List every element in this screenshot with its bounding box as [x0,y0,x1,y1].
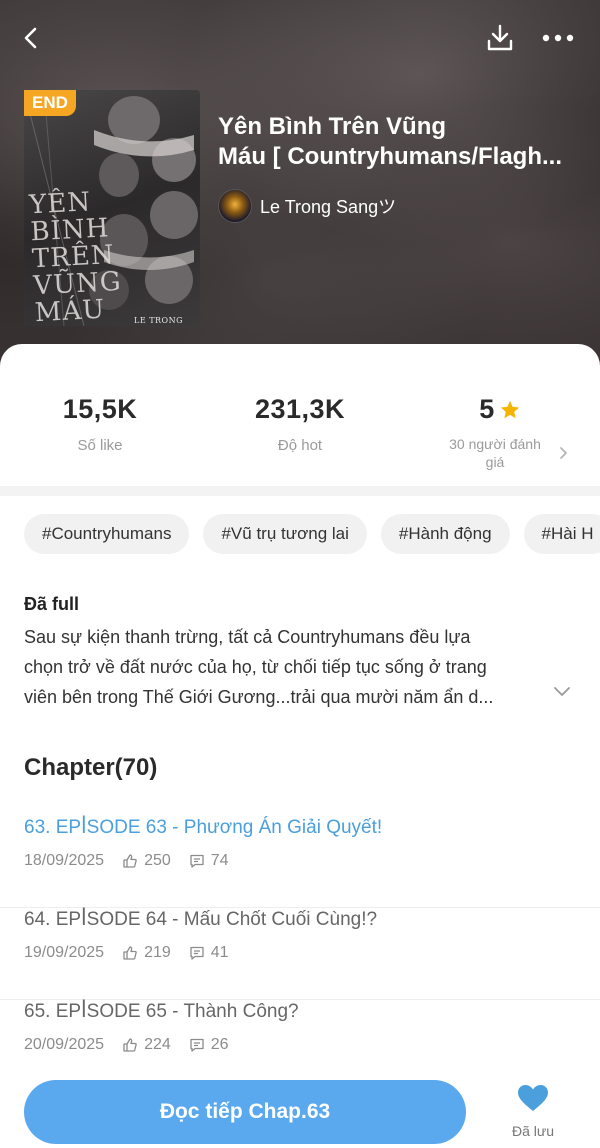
chapter-meta: 19/09/2025 219 41 [24,944,247,962]
tag-chip[interactable]: #Hài H [523,514,600,554]
chapter-title: 64. EPꟾSODE 64 - Mấu Chốt Cuối Cùng!? [24,909,378,930]
chevron-right-icon[interactable] [556,446,570,460]
comment-icon [190,1038,204,1052]
story-cover-image[interactable]: YÊN BÌNH TRÊN VŨNG MÁU LE TRONG SANG [24,90,200,326]
thumbs-up-icon [123,854,137,868]
story-detail-sheet: 15,5K Số like 231,3K Độ hot 5 30 người đ… [0,344,600,1148]
tag-chip[interactable]: #Hành động [380,514,510,554]
chapter-comment-count: 41 [210,944,229,961]
chapter-date: 20/09/2025 [24,1036,105,1053]
continue-reading-button[interactable]: Đọc tiếp Chap.63 [24,1080,466,1144]
more-dots-icon [542,34,574,42]
saved-button[interactable]: Đã lưu [500,1084,566,1139]
likes-label: Số like [77,437,123,454]
story-description[interactable]: Sau sự kiện thanh trừng, tất cả Countryh… [24,622,554,712]
story-title-line-2: Máu [ Countryhumans/Flagh... [218,143,563,170]
tag-list: #Countryhumans #Vũ trụ tương lai #Hành độn… [24,514,600,558]
saved-label: Đã lưu [511,1123,555,1139]
chapter-list-heading: Chapter(70) [24,754,158,781]
hot-label: Độ hot [277,437,323,454]
cover-title-text: YÊN BÌNH TRÊN VŨNG MÁU [28,187,123,326]
comment-icon [190,946,204,960]
back-button[interactable] [12,18,52,58]
chapter-comment-count: 26 [210,1036,229,1053]
more-options-button[interactable] [538,18,578,58]
description-line: viên bên trong Thế Giới Gương...trải qua… [24,687,494,707]
expand-chevron-icon[interactable] [552,684,572,698]
chapter-like-count: 250 [144,852,171,869]
download-button[interactable] [480,18,520,58]
stats-row: 15,5K Số like 231,3K Độ hot 5 30 người đ… [0,344,600,486]
stat-hot: 231,3K Độ hot [200,394,400,454]
chapter-like-count: 219 [144,944,171,961]
story-title-line-1: Yên Bình Trên Vũng [218,113,447,140]
chapter-row[interactable]: 63. EPꟾSODE 63 - Phương Án Giải Quyết! 1… [0,816,600,908]
likes-count: 15,5K [62,394,138,424]
author-avatar [218,189,252,223]
tag-chip[interactable]: #Countryhumans [24,514,190,554]
story-title: Yên Bình Trên Vũng Máu [ Countryhumans/F… [218,112,584,172]
stat-likes: 15,5K Số like [0,394,200,454]
author-link[interactable]: Le Trong Sangツ [218,188,396,224]
description-line: chọn trở về đất nước của họ, từ chối tiế… [24,657,487,677]
download-icon [487,24,513,51]
chapter-meta: 18/09/2025 250 74 [24,852,247,870]
chapter-title: 65. EPꟾSODE 65 - Thành Công? [24,1001,299,1022]
chapter-date: 18/09/2025 [24,852,105,869]
thumbs-up-icon [123,1038,137,1052]
section-divider [0,486,600,496]
chapter-like-count: 224 [144,1036,171,1053]
completion-status: Đã full [24,594,80,614]
cover-author-text: LE TRONG SANG [134,316,184,326]
chapter-row[interactable]: 64. EPꟾSODE 64 - Mấu Chốt Cuối Cùng!? 19… [0,908,600,1000]
star-icon [500,400,519,418]
chapter-title: 63. EPꟾSODE 63 - Phương Án Giải Quyết! [24,817,383,838]
tag-chip[interactable]: #Vũ trụ tương lai [203,514,367,554]
rating-label: 30 người đánh giá [449,436,541,470]
author-name: Le Trong Sangツ [260,197,397,217]
thumbs-up-icon [123,946,137,960]
chapter-date: 19/09/2025 [24,944,105,961]
story-header: YÊN BÌNH TRÊN VŨNG MÁU LE TRONG SANG END… [0,0,600,372]
heart-icon [518,1085,548,1111]
comment-icon [190,854,204,868]
back-arrow-icon [24,27,37,49]
bottom-action-bar: Đọc tiếp Chap.63 Đã lưu [0,1066,600,1148]
description-line: Sau sự kiện thanh trừng, tất cả Countryh… [24,627,471,647]
rating-value: 5 [479,394,495,424]
chapter-comment-count: 74 [210,852,229,869]
end-badge: END [24,90,76,116]
stat-rating[interactable]: 5 30 người đánh giá [400,394,600,471]
hot-count: 231,3K [254,394,346,424]
chapter-meta: 20/09/2025 224 26 [24,1036,247,1054]
